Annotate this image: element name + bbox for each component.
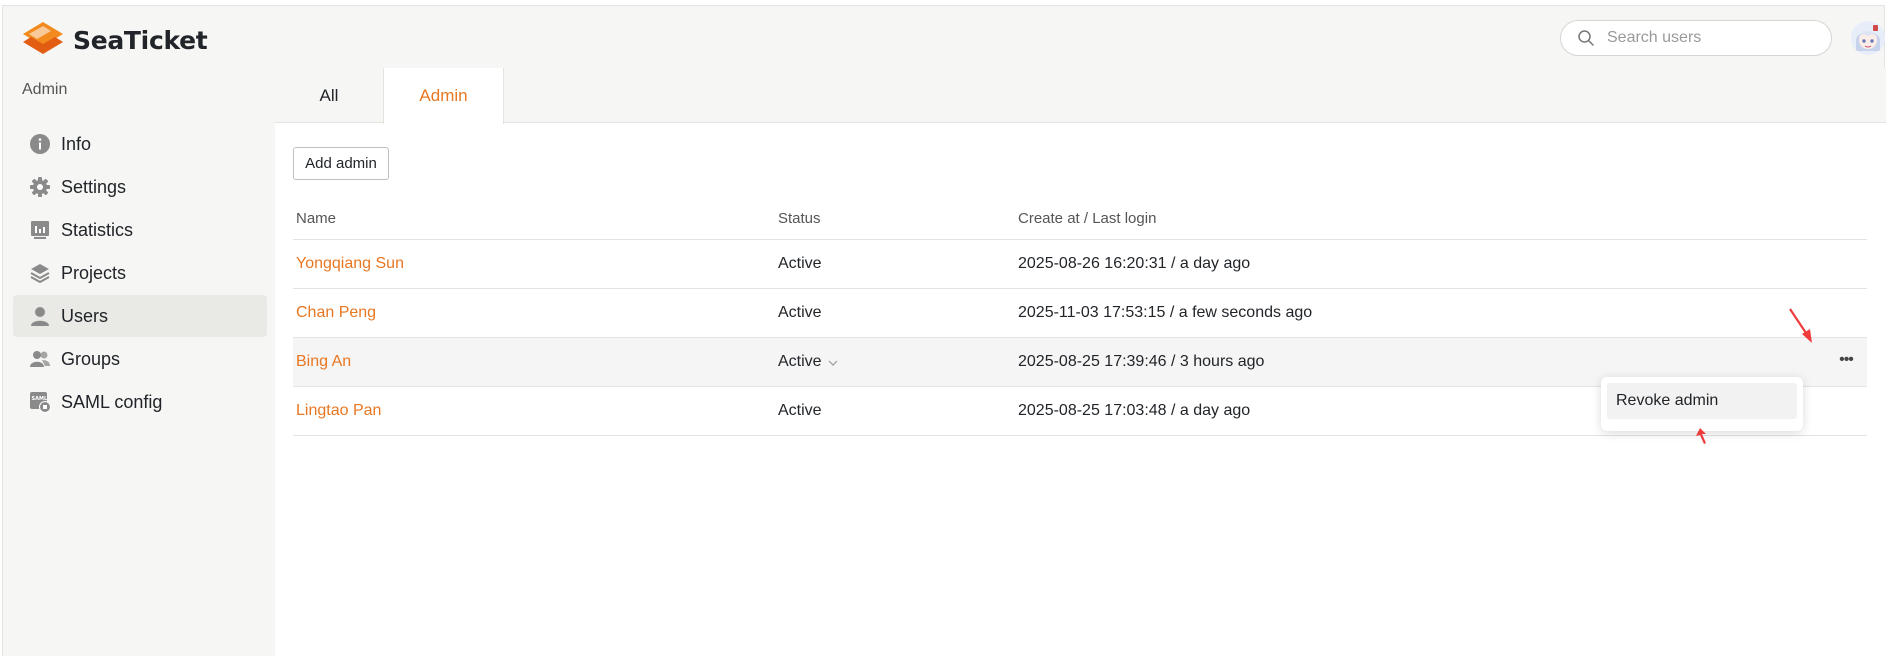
layers-icon bbox=[29, 262, 51, 284]
sidebar-item-settings[interactable]: Settings bbox=[13, 166, 267, 208]
sidebar-item-label: Groups bbox=[61, 348, 121, 369]
table-row: Chan Peng Active 2025-11-03 17:53:15 / a… bbox=[293, 289, 1867, 338]
tab-admin[interactable]: Admin bbox=[383, 68, 504, 124]
sidebar-item-statistics[interactable]: Statistics bbox=[13, 209, 267, 251]
tab-all[interactable]: All bbox=[275, 68, 383, 124]
table-header: Name Status Create at / Last login bbox=[293, 198, 1867, 240]
sidebar-item-info[interactable]: Info bbox=[13, 123, 267, 165]
search-box[interactable] bbox=[1560, 20, 1832, 56]
sidebar-item-projects[interactable]: Projects bbox=[13, 252, 267, 294]
table-row: Yongqiang Sun Active 2025-08-26 16:20:31… bbox=[293, 240, 1867, 289]
sidebar-item-label: Settings bbox=[61, 176, 127, 197]
chart-icon bbox=[29, 219, 51, 241]
revoke-admin-menu-item[interactable]: Revoke admin bbox=[1607, 383, 1797, 419]
chevron-down-icon bbox=[828, 353, 838, 371]
user-status: Active bbox=[778, 402, 822, 419]
group-icon bbox=[29, 348, 51, 370]
saml-icon: SAML bbox=[29, 391, 51, 413]
user-icon bbox=[29, 305, 51, 327]
user-date: 2025-11-03 17:53:15 / a few seconds ago bbox=[1018, 304, 1313, 321]
column-header-name: Name bbox=[296, 210, 337, 227]
sidebar-heading: Admin bbox=[22, 81, 68, 98]
app-window: SeaTicket Admin bbox=[2, 5, 1886, 656]
sidebar-nav: Info Settings Statistics Projects Users bbox=[13, 123, 267, 424]
seaticket-logo-icon bbox=[23, 22, 63, 54]
user-status-label: Active bbox=[778, 353, 822, 371]
pointer-arrow-icon bbox=[1696, 428, 1706, 444]
user-avatar[interactable] bbox=[1851, 21, 1885, 55]
column-header-status: Status bbox=[778, 210, 821, 227]
user-name-link[interactable]: Yongqiang Sun bbox=[296, 255, 404, 273]
search-input[interactable] bbox=[1607, 29, 1807, 47]
sidebar-item-saml-config[interactable]: SAML SAML config bbox=[13, 381, 267, 423]
sidebar-item-label: Users bbox=[61, 305, 109, 326]
info-icon bbox=[29, 133, 51, 155]
column-header-date: Create at / Last login bbox=[1018, 210, 1157, 227]
user-name-link[interactable]: Bing An bbox=[296, 353, 351, 371]
sidebar-item-groups[interactable]: Groups bbox=[13, 338, 267, 380]
user-date: 2025-08-25 17:03:48 / a day ago bbox=[1018, 402, 1251, 419]
sidebar-item-label: Info bbox=[61, 133, 92, 154]
sidebar-item-users[interactable]: Users bbox=[13, 295, 267, 337]
user-status: Active bbox=[778, 255, 822, 272]
row-actions-menu: Revoke admin bbox=[1601, 377, 1803, 431]
avatar-icon bbox=[1851, 21, 1885, 55]
main-panel: All Admin Add admin Name Status Create a… bbox=[275, 68, 1886, 656]
user-status: Active bbox=[778, 304, 822, 321]
user-status-dropdown[interactable]: Active bbox=[778, 353, 838, 371]
gear-icon bbox=[29, 176, 51, 198]
sidebar-item-label: Projects bbox=[61, 262, 127, 283]
pointer-arrow-icon bbox=[1789, 308, 1812, 343]
user-name-link[interactable]: Lingtao Pan bbox=[296, 402, 381, 420]
app-logo[interactable]: SeaTicket bbox=[21, 20, 208, 60]
tab-bar: All Admin bbox=[275, 68, 1886, 124]
more-options-icon[interactable]: ••• bbox=[1835, 352, 1857, 372]
search-icon bbox=[1578, 30, 1594, 46]
user-name-link[interactable]: Chan Peng bbox=[296, 304, 376, 322]
user-date: 2025-08-25 17:39:46 / 3 hours ago bbox=[1018, 353, 1265, 370]
user-date: 2025-08-26 16:20:31 / a day ago bbox=[1018, 255, 1251, 272]
app-name: SeaTicket bbox=[73, 25, 208, 55]
sidebar-item-label: Statistics bbox=[61, 219, 134, 240]
add-admin-button[interactable]: Add admin bbox=[293, 147, 389, 180]
sidebar-item-label: SAML config bbox=[61, 391, 163, 412]
top-header: SeaTicket bbox=[3, 6, 1885, 66]
